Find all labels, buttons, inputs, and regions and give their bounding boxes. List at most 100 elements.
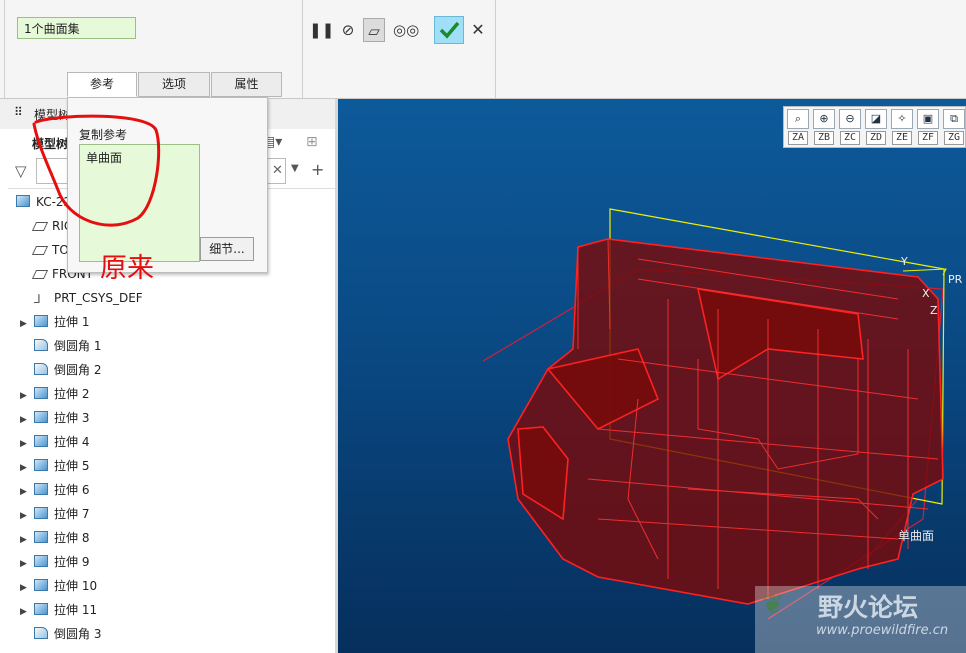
extrude-icon <box>34 315 48 327</box>
filter-icon[interactable]: ▽ <box>15 162 27 180</box>
tree-item-label: 拉伸 3 <box>54 411 90 425</box>
tree-item-label: 拉伸 2 <box>54 387 90 401</box>
extrude-icon <box>34 435 48 447</box>
tree-item-label: 拉伸 6 <box>54 483 90 497</box>
tree-item-label: 拉伸 5 <box>54 459 90 473</box>
tree-item[interactable]: ▶ 拉伸 2 <box>20 382 89 406</box>
tree-item-label: 拉伸 1 <box>54 315 90 329</box>
extrude-icon <box>34 579 48 591</box>
details-button[interactable]: 细节... <box>200 237 254 261</box>
ribbon-divider-right <box>495 0 496 98</box>
model-wireframe: Y X Z PR 单曲面 <box>482 208 963 620</box>
tree-item-label: 拉伸 10 <box>54 579 98 593</box>
shortcut-key-zg: ZG <box>944 131 964 145</box>
display-style-icon[interactable]: ▣ <box>917 109 939 129</box>
ribbon-divider <box>302 0 303 98</box>
expand-arrow-icon[interactable]: ▶ <box>20 384 34 408</box>
surface-collector[interactable]: 1个曲面集 <box>17 17 136 39</box>
tree-item-label: 拉伸 7 <box>54 507 90 521</box>
search-dropdown-icon[interactable]: ▼ <box>291 163 299 174</box>
expand-arrow-icon[interactable]: ▶ <box>20 312 34 336</box>
watermark-title: 野火论坛 <box>818 593 919 622</box>
pause-icon[interactable]: ❚❚ <box>309 18 334 42</box>
shortcut-key-za: ZA <box>788 131 808 145</box>
tree-item[interactable]: ▶ 拉伸 10 <box>20 574 97 598</box>
expand-arrow-icon[interactable]: ▶ <box>20 432 34 456</box>
tree-item[interactable]: 倒圆角 2 <box>20 358 101 382</box>
extrude-icon <box>34 507 48 519</box>
extrude-icon <box>34 603 48 615</box>
tree-item[interactable]: ▶ 拉伸 5 <box>20 454 89 478</box>
expand-arrow-icon[interactable]: ▶ <box>20 552 34 576</box>
round-icon <box>34 363 48 375</box>
tree-item[interactable]: ▶ 拉伸 11 <box>20 598 97 622</box>
extrude-icon <box>34 555 48 567</box>
tree-item-label: 拉伸 11 <box>54 603 98 617</box>
shortcut-key-zc: ZC <box>840 131 860 145</box>
tree-item[interactable]: ▶ 拉伸 7 <box>20 502 89 526</box>
x-axis-label: X <box>922 287 930 300</box>
tree-item[interactable]: ▶ 拉伸 4 <box>20 430 89 454</box>
refit-icon[interactable]: ⌕ <box>787 109 809 129</box>
part-body <box>507 238 944 605</box>
saved-views-icon[interactable]: ⧉ <box>943 109 965 129</box>
ribbon-left-edge <box>4 0 5 98</box>
zoom-out-icon[interactable]: ⊖ <box>839 109 861 129</box>
tree-settings-icon[interactable]: ⊞ <box>306 134 318 150</box>
tree-item-label: 拉伸 4 <box>54 435 90 449</box>
extrude-icon <box>34 411 48 423</box>
csys-icon: ⅃ <box>34 292 41 306</box>
expand-arrow-icon[interactable]: ▶ <box>20 576 34 600</box>
surface-label: 单曲面 <box>898 529 934 543</box>
cancel-button[interactable]: ✕ <box>467 18 489 42</box>
tree-item-label: 拉伸 9 <box>54 555 90 569</box>
extrude-icon <box>34 459 48 471</box>
expand-arrow-icon[interactable]: ▶ <box>20 504 34 528</box>
watermark-logo-icon: ❦ <box>762 590 784 620</box>
checkmark-icon <box>439 21 460 39</box>
geometry-preview-icon[interactable]: ▱ <box>363 18 385 42</box>
shortcut-key-zb: ZB <box>814 131 834 145</box>
shortcut-key-ze: ZE <box>892 131 912 145</box>
tab-properties[interactable]: 属性 <box>211 72 282 97</box>
tree-item-label: 倒圆角 2 <box>54 363 102 377</box>
datum-plane-icon <box>31 270 49 279</box>
tree-item[interactable]: 倒圆角 1 <box>20 334 101 358</box>
tree-item[interactable]: ▶ 拉伸 9 <box>20 550 89 574</box>
extrude-icon <box>34 531 48 543</box>
tab-options[interactable]: 选项 <box>138 72 210 97</box>
verify-glasses-icon[interactable]: ◎◎ <box>393 18 419 42</box>
tree-item[interactable]: ⅃ PRT_CSYS_DEF <box>20 286 143 310</box>
tree-item[interactable]: ▶ 拉伸 3 <box>20 406 89 430</box>
expand-arrow-icon[interactable]: ▶ <box>20 600 34 624</box>
extrude-icon <box>34 387 48 399</box>
tree-item[interactable]: 倒圆角 3 <box>20 622 101 646</box>
tree-item[interactable]: ▶ 拉伸 6 <box>20 478 89 502</box>
clear-search-icon[interactable]: ✕ <box>272 163 283 178</box>
annotation-text: 原来 <box>100 253 154 284</box>
spin-center-icon[interactable]: ✧ <box>891 109 913 129</box>
round-icon <box>34 627 48 639</box>
tree-item-label: 拉伸 8 <box>54 531 90 545</box>
add-filter-icon[interactable]: + <box>311 160 324 179</box>
expand-arrow-icon[interactable]: ▶ <box>20 480 34 504</box>
csys-label: PR <box>948 273 963 286</box>
expand-arrow-icon[interactable]: ▶ <box>20 456 34 480</box>
tree-structure-icon[interactable]: ⠿ <box>14 105 23 119</box>
expand-arrow-icon[interactable]: ▶ <box>20 528 34 552</box>
tree-item[interactable]: ▶ 拉伸 8 <box>20 526 89 550</box>
tab-references[interactable]: 参考 <box>67 72 137 97</box>
watermark-url: www.proewildfire.cn <box>816 623 949 638</box>
shortcut-key-zd: ZD <box>866 131 886 145</box>
tree-item[interactable]: ▶ 拉伸 1 <box>20 310 89 334</box>
y-axis-label: Y <box>900 255 908 268</box>
zoom-in-icon[interactable]: ⊕ <box>813 109 835 129</box>
no-preview-icon[interactable]: ⊘ <box>337 18 359 42</box>
z-axis-label: Z <box>930 304 938 317</box>
round-icon <box>34 339 48 351</box>
annotation-circle <box>32 114 161 227</box>
expand-arrow-icon[interactable]: ▶ <box>20 408 34 432</box>
tree-item-label: 倒圆角 3 <box>54 627 102 641</box>
repaint-icon[interactable]: ◪ <box>865 109 887 129</box>
ok-button[interactable] <box>434 16 464 44</box>
